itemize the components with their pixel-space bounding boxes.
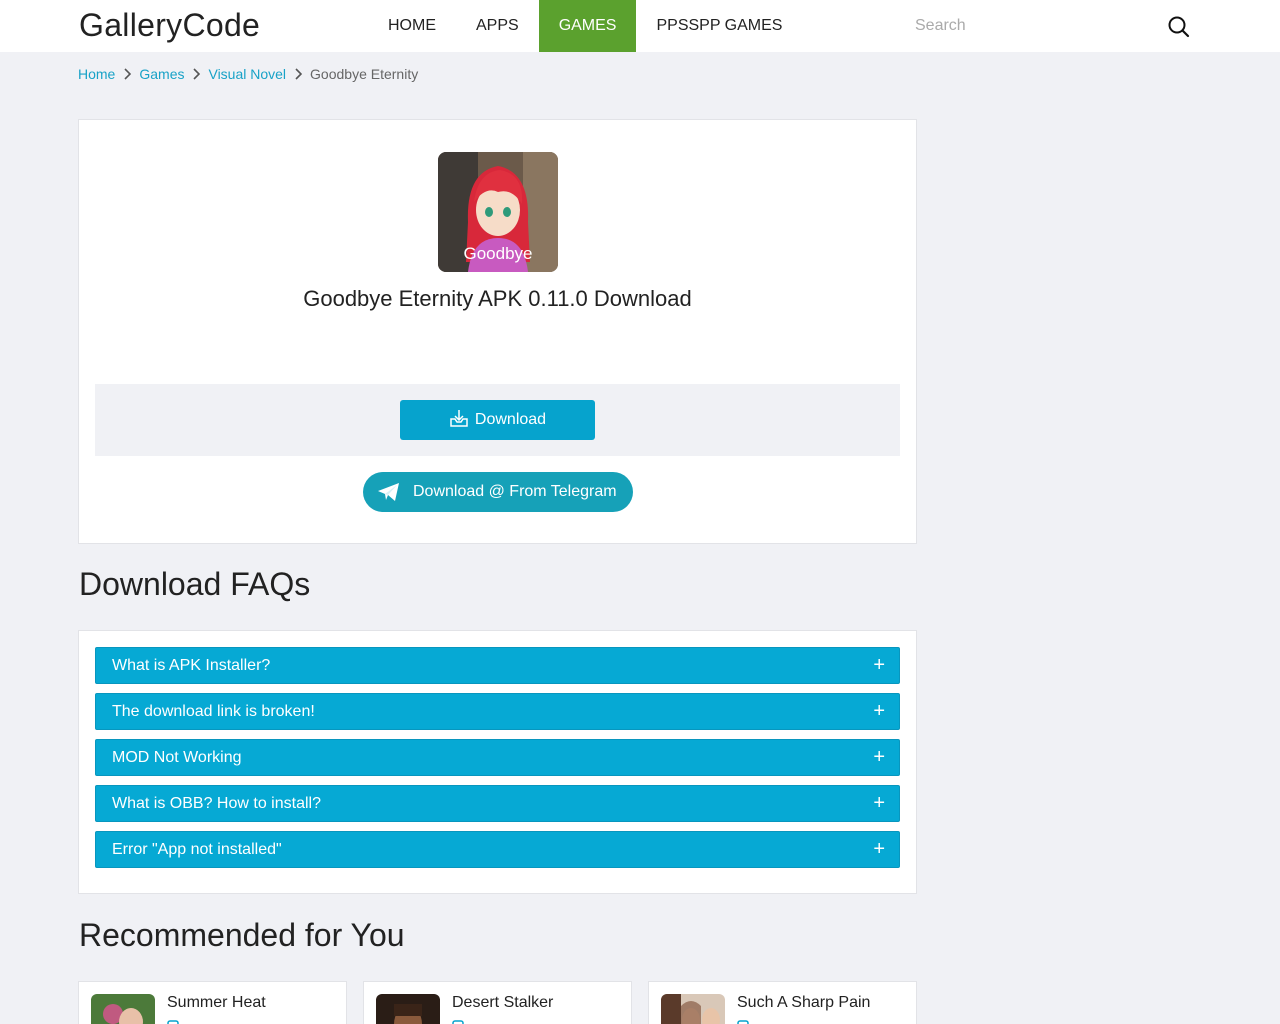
- nav-ppsspp-games[interactable]: PPSSPP GAMES: [636, 0, 802, 52]
- app-title: Goodbye Eternity APK 0.11.0 Download: [303, 286, 692, 311]
- faq-heading: Download FAQs: [79, 566, 311, 602]
- game-meta: [737, 1020, 749, 1024]
- faq-question: MOD Not Working: [112, 748, 242, 766]
- game-thumbnail: [376, 994, 440, 1024]
- telegram-download-label: Download @ From Telegram: [413, 483, 617, 500]
- chevron-right-icon: [184, 66, 208, 82]
- app-icon: Goodbye: [438, 152, 558, 272]
- game-thumbnail: [661, 994, 725, 1024]
- breadcrumb-home[interactable]: Home: [78, 66, 115, 82]
- recommended-heading: Recommended for You: [79, 917, 405, 953]
- telegram-download-button[interactable]: Download @ From Telegram: [363, 472, 633, 512]
- faq-question: Error "App not installed": [112, 840, 282, 858]
- breadcrumb: Home Games Visual Novel Goodbye Eternity: [78, 66, 418, 82]
- game-name: Desert Stalker: [452, 994, 554, 1011]
- nav-apps[interactable]: APPS: [456, 0, 539, 52]
- game-name: Summer Heat: [167, 994, 266, 1011]
- site-header: GalleryCode HOME APPS GAMES PPSSPP GAMES: [0, 0, 1280, 52]
- main-nav: HOME APPS GAMES PPSSPP GAMES: [368, 0, 802, 52]
- game-thumbnail: [91, 994, 155, 1024]
- recommended-card[interactable]: Summer Heat: [78, 981, 347, 1024]
- breadcrumb-current: Goodbye Eternity: [310, 66, 419, 82]
- faq-question: What is APK Installer?: [112, 656, 271, 674]
- nav-games[interactable]: GAMES: [538, 0, 637, 52]
- version-icon: [167, 1020, 179, 1024]
- recommended-card[interactable]: Desert Stalker: [363, 981, 632, 1024]
- telegram-icon: [377, 482, 401, 502]
- plus-icon: +: [873, 746, 885, 768]
- recommended-card[interactable]: Such A Sharp Pain: [648, 981, 917, 1024]
- faq-item-app-not-installed[interactable]: Error "App not installed" +: [95, 831, 900, 868]
- search-icon[interactable]: [1166, 14, 1192, 40]
- plus-icon: +: [873, 700, 885, 722]
- site-logo[interactable]: GalleryCode: [79, 7, 260, 44]
- download-button[interactable]: Download: [400, 400, 595, 440]
- nav-home[interactable]: HOME: [368, 0, 456, 52]
- game-meta: [452, 1020, 464, 1024]
- download-icon: [449, 409, 469, 432]
- plus-icon: +: [873, 792, 885, 814]
- breadcrumb-games[interactable]: Games: [139, 66, 184, 82]
- breadcrumb-visual-novel[interactable]: Visual Novel: [208, 66, 286, 82]
- faq-question: The download link is broken!: [112, 702, 315, 720]
- svg-text:Goodbye: Goodbye: [464, 244, 533, 263]
- chevron-right-icon: [286, 66, 310, 82]
- faq-card: What is APK Installer? + The download li…: [78, 630, 917, 894]
- download-label: Download: [474, 411, 547, 428]
- version-icon: [737, 1020, 749, 1024]
- version-icon: [452, 1020, 464, 1024]
- faq-question: What is OBB? How to install?: [112, 794, 321, 812]
- plus-icon: +: [873, 838, 885, 860]
- download-panel: Download: [95, 384, 900, 456]
- faq-item-apk-installer[interactable]: What is APK Installer? +: [95, 647, 900, 684]
- faq-item-obb[interactable]: What is OBB? How to install? +: [95, 785, 900, 822]
- chevron-right-icon: [115, 66, 139, 82]
- game-meta: [167, 1020, 179, 1024]
- game-name: Such A Sharp Pain: [737, 994, 871, 1011]
- faq-item-broken-link[interactable]: The download link is broken! +: [95, 693, 900, 730]
- search-input[interactable]: [905, 12, 1155, 40]
- app-download-card: Goodbye Goodbye Eternity APK 0.11.0 Down…: [78, 119, 917, 544]
- plus-icon: +: [873, 654, 885, 676]
- faq-item-mod-not-working[interactable]: MOD Not Working +: [95, 739, 900, 776]
